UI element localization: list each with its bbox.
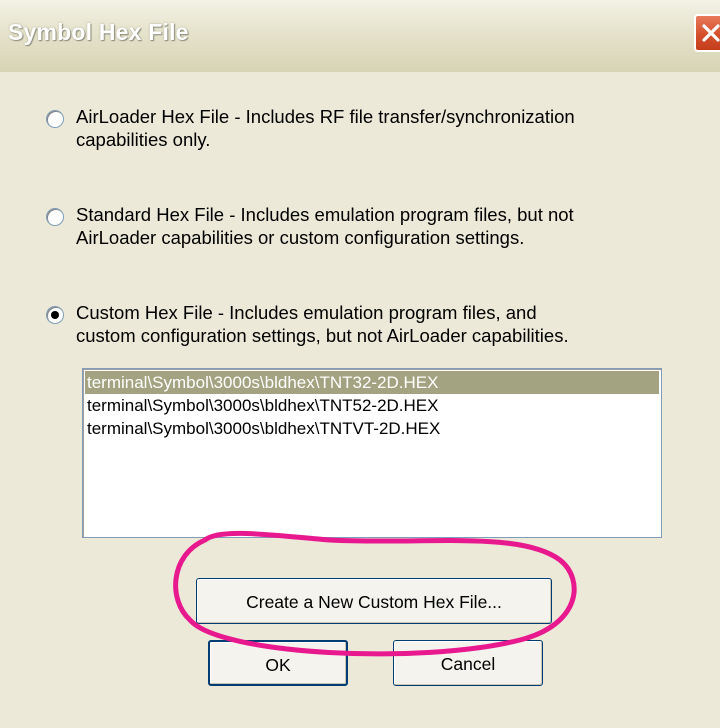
- custom-option-label: Custom Hex File - Includes emulation pro…: [76, 301, 676, 347]
- standard-radio[interactable]: [46, 208, 64, 226]
- cancel-button[interactable]: Cancel: [393, 640, 543, 686]
- list-item-selected[interactable]: terminal\Symbol\3000s\bldhex\TNT32-2D.HE…: [85, 371, 659, 394]
- custom-radio[interactable]: [46, 306, 64, 324]
- custom-option-line1: Custom Hex File - Includes emulation pro…: [76, 302, 537, 323]
- title-bar[interactable]: Symbol Hex File: [0, 0, 720, 72]
- airloader-radio[interactable]: [46, 110, 64, 128]
- standard-option-line1: Standard Hex File - Includes emulation p…: [76, 204, 574, 225]
- standard-option-label: Standard Hex File - Includes emulation p…: [76, 203, 676, 249]
- standard-option-line2: AirLoader capabilities or custom configu…: [76, 227, 525, 248]
- custom-option-line2: custom configuration settings, but not A…: [76, 325, 569, 346]
- close-icon: [702, 24, 720, 42]
- radio-checked-dot: [51, 311, 59, 319]
- ok-button[interactable]: OK: [208, 640, 348, 686]
- create-custom-hex-button[interactable]: Create a New Custom Hex File...: [196, 578, 552, 624]
- airloader-option-line2: capabilities only.: [76, 129, 211, 150]
- airloader-option-line1: AirLoader Hex File - Includes RF file tr…: [76, 106, 575, 127]
- airloader-option-label: AirLoader Hex File - Includes RF file tr…: [76, 105, 676, 151]
- list-item[interactable]: terminal\Symbol\3000s\bldhex\TNT52-2D.HE…: [83, 394, 661, 417]
- hex-file-listbox[interactable]: terminal\Symbol\3000s\bldhex\TNT32-2D.HE…: [82, 368, 662, 538]
- close-button[interactable]: [694, 14, 720, 52]
- window-title: Symbol Hex File: [8, 19, 189, 45]
- list-item[interactable]: terminal\Symbol\3000s\bldhex\TNTVT-2D.HE…: [83, 417, 661, 440]
